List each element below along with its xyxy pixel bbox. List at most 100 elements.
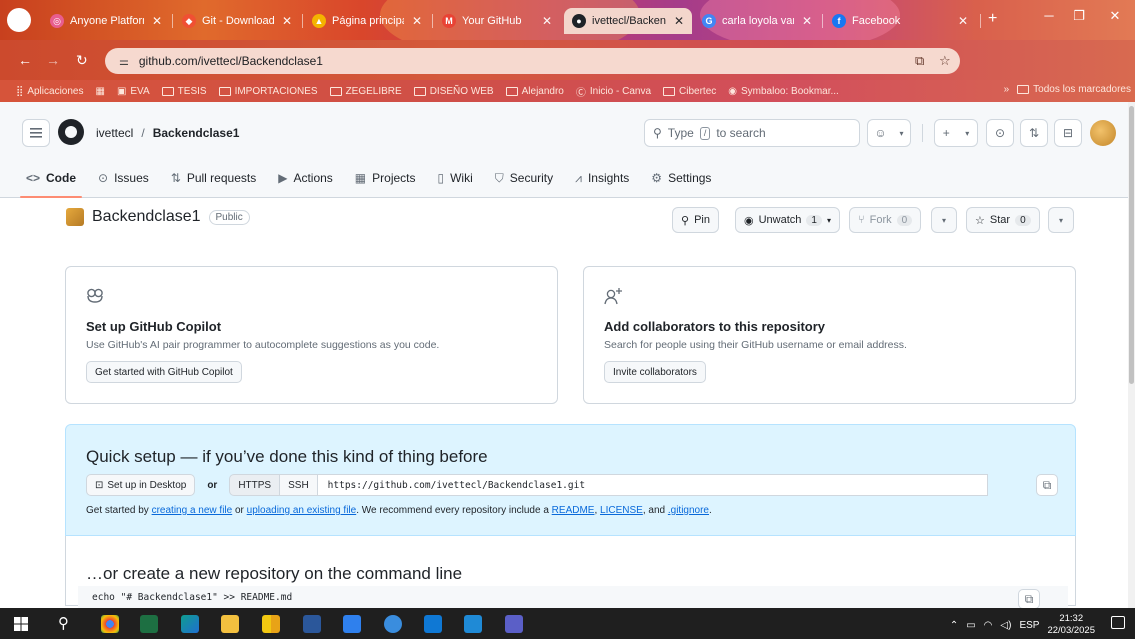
create-new-file-link[interactable]: creating a new file [152, 505, 233, 516]
user-avatar[interactable] [1090, 120, 1116, 146]
tab-issues[interactable]: ⊙ Issues [98, 158, 149, 198]
tab-code[interactable]: <> Code [19, 158, 83, 198]
bookmark-item[interactable]: Ⓒ Inicio - Canva [576, 84, 651, 99]
excel-taskbar-icon[interactable] [140, 615, 158, 633]
bookmark-item[interactable]: ◉ Symbaloo: Bookmar... [728, 86, 839, 97]
windows-start-icon[interactable] [14, 617, 28, 631]
vscode-taskbar-icon[interactable] [343, 615, 361, 633]
all-bookmarks-folder[interactable]: Todos los marcadores [1017, 84, 1131, 95]
upload-file-link[interactable]: uploading an existing file [247, 505, 357, 516]
app-taskbar-icon[interactable] [384, 615, 402, 633]
browser-tab[interactable]: ▲ Página principal ✕ [304, 8, 430, 34]
volume-icon[interactable]: ◁) [1000, 620, 1011, 631]
bookmark-star-icon[interactable]: ☆ [939, 53, 951, 69]
command-code-block[interactable]: echo "# Backendclase1" >> README.md [78, 586, 1068, 608]
back-arrow-icon[interactable]: ← [18, 52, 32, 68]
hamburger-menu-button[interactable] [22, 119, 50, 147]
gitignore-link[interactable]: .gitignore [668, 505, 709, 516]
tab-projects[interactable]: ▦ Projects [355, 158, 416, 198]
tab-wiki[interactable]: ▯ Wiki [438, 158, 473, 198]
close-tab-icon[interactable]: ✕ [152, 14, 162, 28]
browser-tab[interactable]: M Your GitHub ✕ [434, 8, 560, 34]
browser-tab[interactable]: ◆ Git - Downloadi ✕ [174, 8, 300, 34]
edge-taskbar-icon[interactable] [181, 615, 199, 633]
tab-actions[interactable]: ▶ Actions [278, 158, 333, 198]
bookmark-apps[interactable]: ⣿ Aplicaciones [16, 86, 83, 97]
license-link[interactable]: LICENSE [600, 505, 643, 516]
teams-taskbar-icon[interactable] [505, 615, 523, 633]
close-tab-icon[interactable]: ✕ [542, 14, 552, 28]
fork-dropdown-button[interactable]: ▾ [931, 207, 957, 233]
bookmark-folder[interactable]: Cibertec [663, 86, 716, 97]
file-explorer-icon[interactable] [221, 615, 239, 633]
browser-tab[interactable]: ◎ Anyone Platform ✕ [42, 8, 170, 34]
copy-commands-button[interactable]: ⧉ [1018, 589, 1040, 609]
bookmark-folder[interactable]: Alejandro [505, 86, 564, 97]
close-tab-icon[interactable]: ✕ [282, 14, 292, 28]
close-tab-icon[interactable]: ✕ [412, 14, 422, 28]
notifications-icon[interactable] [1111, 616, 1125, 629]
create-new-button[interactable]: + ▾ [934, 119, 978, 147]
wifi-icon[interactable]: ◠ [984, 620, 993, 631]
get-started-copilot-button[interactable]: Get started with GitHub Copilot [86, 361, 242, 383]
close-tab-icon[interactable]: ✕ [674, 14, 684, 28]
tab-settings[interactable]: ⚙ Settings [651, 158, 711, 198]
fork-button[interactable]: ⑂ Fork 0 [849, 207, 922, 233]
battery-icon[interactable]: ▭ [966, 620, 975, 631]
language-indicator[interactable]: ESP [1019, 620, 1039, 631]
copilot-button[interactable]: ☺ ▾ [867, 119, 911, 147]
new-tab-button[interactable]: + [988, 10, 997, 28]
more-bookmarks-chevron-icon[interactable]: » [1004, 84, 1010, 95]
install-app-icon[interactable]: ⧉ [915, 53, 924, 69]
search-input[interactable]: ⚲ Type / to search [644, 119, 860, 147]
close-window-button[interactable]: ✕ [1100, 8, 1130, 24]
readme-link[interactable]: README [552, 505, 595, 516]
repo-link[interactable]: Backendclase1 [153, 126, 240, 140]
clone-url-field[interactable]: https://github.com/ivettecl/Backendclase… [317, 474, 988, 496]
star-dropdown-button[interactable]: ▾ [1048, 207, 1074, 233]
bookmark-folder[interactable]: ZEGELIBRE [329, 86, 402, 97]
github-logo-icon[interactable] [58, 119, 84, 145]
address-bar[interactable]: ⚌ github.com/ivettecl/Backendclase1 ⧉ ☆ [105, 48, 960, 74]
pull-requests-button[interactable]: ⇅ [1020, 119, 1048, 147]
copy-url-button[interactable]: ⧉ [1036, 474, 1058, 496]
inbox-button[interactable]: ⊟ [1054, 119, 1082, 147]
minimize-button[interactable]: ─ [1034, 8, 1064, 23]
reload-icon[interactable]: ↻ [76, 52, 88, 69]
chevron-up-icon[interactable]: ⌃ [950, 620, 958, 631]
clock[interactable]: 21:32 22/03/2025 [1047, 613, 1095, 637]
browser-tab[interactable]: f Facebook ✕ [824, 8, 976, 34]
bookmark-item[interactable]: ▣ EVA [117, 86, 150, 97]
bookmark-item[interactable]: ▦ [95, 86, 104, 97]
tab-security[interactable]: ⛉ Security [495, 158, 553, 198]
invite-collaborators-button[interactable]: Invite collaborators [604, 361, 706, 383]
bookmark-folder[interactable]: IMPORTACIONES [218, 86, 318, 97]
scrollbar-thumb[interactable] [1129, 106, 1134, 384]
tab-insights[interactable]: ⩘ Insights [575, 158, 629, 198]
browser-tab[interactable]: G carla loyola van ✕ [694, 8, 820, 34]
azure-taskbar-icon[interactable] [464, 615, 482, 633]
https-toggle[interactable]: HTTPS [229, 474, 281, 496]
issues-button[interactable]: ⊙ [986, 119, 1014, 147]
chrome-taskbar-icon[interactable] [101, 615, 119, 633]
unwatch-button[interactable]: ◉ Unwatch 1 ▾ [735, 207, 840, 233]
tab-pull-requests[interactable]: ⇅ Pull requests [171, 158, 256, 198]
close-tab-icon[interactable]: ✕ [802, 14, 812, 28]
browser-tab-active[interactable]: ● ivettecl/Backend ✕ [564, 8, 692, 34]
owner-link[interactable]: ivettecl [96, 126, 133, 140]
forward-arrow-icon[interactable]: → [46, 52, 60, 68]
outlook-taskbar-icon[interactable] [424, 615, 442, 633]
word-taskbar-icon[interactable] [303, 615, 321, 633]
site-info-icon[interactable]: ⚌ [119, 55, 129, 68]
bookmark-folder[interactable]: DISEÑO WEB [413, 86, 494, 97]
restore-button[interactable]: ❐ [1064, 8, 1094, 24]
close-tab-icon[interactable]: ✕ [958, 14, 968, 28]
pin-button[interactable]: ⚲ Pin [672, 207, 719, 233]
setup-in-desktop-button[interactable]: ⊡ Set up in Desktop [86, 474, 196, 496]
search-icon[interactable]: ⚲ [58, 614, 69, 632]
profile-button[interactable] [7, 8, 31, 32]
ssh-toggle[interactable]: SSH [280, 474, 318, 496]
bookmark-folder[interactable]: TESIS [161, 86, 207, 97]
power-bi-icon[interactable] [262, 615, 280, 633]
star-button[interactable]: ☆ Star 0 [966, 207, 1040, 233]
